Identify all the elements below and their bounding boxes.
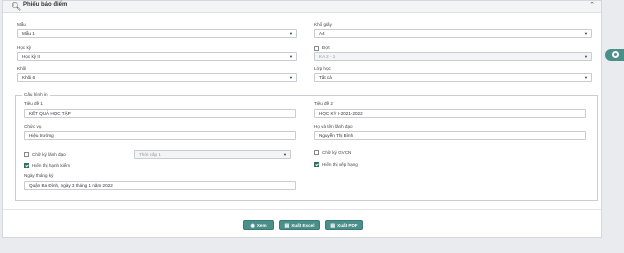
tieu-de-2-label: Tiêu đề 2 <box>314 101 333 106</box>
dot-select[interactable]: KA 2 - 1 ▼ <box>314 52 592 61</box>
ngay-thang-input[interactable]: Quận Ba Đình, ngày 3 tháng 1 năm 2022 <box>24 181 296 190</box>
file-pdf-icon: ▤ <box>330 223 336 229</box>
export-excel-label: Xuất Excel <box>291 223 315 228</box>
mau-label: Mẫu <box>17 22 26 27</box>
panel-title: Phiếu báo điểm <box>23 2 68 8</box>
chevron-down-icon: ▼ <box>584 31 588 36</box>
view-button[interactable]: ◉ Xem <box>243 220 274 230</box>
view-button-label: Xem <box>256 223 267 228</box>
chu-ky-gvcn-checkbox[interactable] <box>314 150 319 155</box>
chevron-down-icon: ▼ <box>283 152 287 157</box>
chu-ky-lanh-dao-checkbox[interactable] <box>24 152 29 157</box>
panel-header: 🔍︎ Phiếu báo điểm ⌃ <box>3 1 601 13</box>
export-excel-button[interactable]: ▤ Xuất Excel <box>279 220 320 230</box>
khoi-value: Khối 6 <box>22 75 36 80</box>
export-pdf-label: Xuất PDF <box>337 223 358 228</box>
print-config-legend: Cấu hình in <box>22 92 50 97</box>
chevron-down-icon: ▼ <box>289 75 293 80</box>
hoc-ky-select[interactable]: Học kỳ II ▼ <box>17 52 297 61</box>
chuc-vu-input[interactable]: Hiệu trưởng <box>24 131 296 140</box>
kho-giay-value: A4 <box>319 31 325 36</box>
tieu-de-1-input[interactable]: KẾT QUẢ HỌC TẬP <box>24 109 296 118</box>
hien-thi-xep-hang-checkbox[interactable] <box>314 162 319 167</box>
chevron-down-icon: ▼ <box>289 54 293 59</box>
ho-ten-input[interactable]: Nguyễn Thị Bình <box>314 131 586 140</box>
search-icon: 🔍︎ <box>11 2 22 11</box>
khoi-select[interactable]: Khối 6 ▼ <box>17 73 297 82</box>
chu-ky-gvcn-label: Chữ ký GVCN <box>322 150 352 155</box>
chu-ky-lanh-dao-label: Chữ ký lãnh đạo <box>32 152 66 157</box>
kho-giay-label: Khổ giấy <box>314 22 332 27</box>
hien-thi-hanh-kiem-checkbox[interactable] <box>24 163 29 168</box>
chu-ky-select-value: Thời cấp 1 <box>139 152 161 157</box>
lop-hoc-value: Tất cả <box>319 75 332 80</box>
hoc-ky-label: Học kỳ <box>17 45 32 50</box>
hien-thi-xep-hang-label: Hiển thị xếp hạng <box>322 162 358 167</box>
kho-giay-select[interactable]: A4 ▼ <box>314 29 592 38</box>
report-card-panel: 🔍︎ Phiếu báo điểm ⌃ Mẫu Mẫu 1 ▼ Khổ giấy … <box>2 0 602 238</box>
lop-hoc-label: Lớp học <box>314 66 331 71</box>
mau-value: Mẫu 1 <box>22 31 35 36</box>
dot-value: KA 2 - 1 <box>319 54 336 59</box>
mau-select[interactable]: Mẫu 1 ▼ <box>17 29 297 38</box>
dot-checkbox[interactable] <box>314 46 319 51</box>
khoi-label: Khối <box>17 66 27 71</box>
chevrons-up-icon[interactable]: ⌃ <box>589 1 595 9</box>
chevron-down-icon: ▼ <box>289 31 293 36</box>
export-pdf-button[interactable]: ▤ Xuất PDF <box>325 220 363 230</box>
lop-hoc-select[interactable]: Tất cả ▼ <box>314 73 592 82</box>
tieu-de-2-input[interactable]: HỌC KỲ I-2021-2022 <box>314 109 586 118</box>
chevron-down-icon: ▼ <box>584 54 588 59</box>
chu-ky-select[interactable]: Thời cấp 1 ▼ <box>134 150 291 159</box>
tieu-de-1-label: Tiêu đề 1 <box>24 101 43 106</box>
dot-label: Đợt <box>322 45 330 50</box>
file-excel-icon: ▤ <box>284 223 290 229</box>
chevron-down-icon: ▼ <box>584 75 588 80</box>
chuc-vu-label: Chức vụ <box>24 124 42 129</box>
gear-icon <box>612 51 619 58</box>
footer-divider <box>3 209 601 210</box>
hoc-ky-value: Học kỳ II <box>22 54 40 59</box>
ho-ten-label: Họ và tên lãnh đạo <box>314 124 353 129</box>
settings-side-button[interactable] <box>605 49 624 61</box>
eye-icon: ◉ <box>250 223 255 229</box>
hien-thi-hanh-kiem-label: Hiển thị hạnh kiểm <box>32 163 71 168</box>
ngay-thang-label: Ngày tháng ký <box>24 173 54 178</box>
